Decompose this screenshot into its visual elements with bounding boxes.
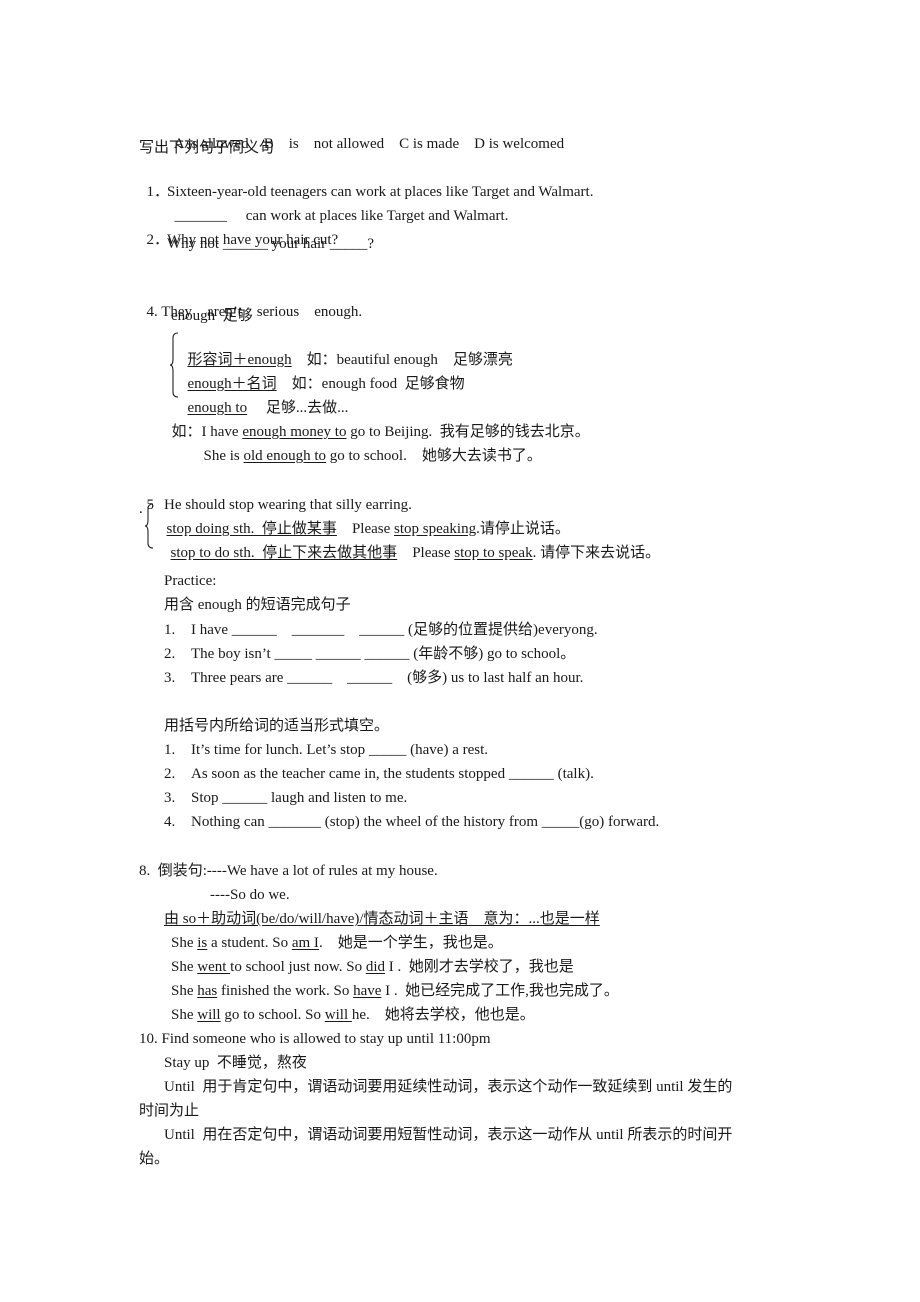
until-rule-1-line2: 时间为止 — [139, 1103, 200, 1119]
section8-reply: ----So do we. — [210, 887, 290, 903]
item-number: 3. — [164, 670, 176, 686]
item-number: 4. — [164, 814, 176, 830]
option-c: C is made — [399, 136, 460, 152]
option-b-part: is — [288, 136, 299, 152]
section8-title: 8. 倒装句:----We have a lot of rules at my … — [139, 863, 438, 879]
practice-instruction-1: 用含 enough 的短语完成句子 — [164, 597, 351, 613]
synonym-answer-1: _______ can work at places like Target a… — [167, 186, 509, 226]
example-text: go to school. So — [220, 1007, 325, 1023]
example-key: will — [197, 1007, 221, 1023]
item-text: As soon as the teacher came in, the stud… — [191, 766, 594, 782]
practice2-item-4: 4. Nothing can _______ (stop) the wheel o… — [164, 812, 659, 832]
item-text: The boy isn’t _____ ______ ______ (年龄不够)… — [191, 646, 576, 662]
practice1-item-1: 1. I have ______ _______ ______ (足够的位置提供给… — [164, 620, 598, 640]
item-text: Three pears are ______ ______ (够多) us to… — [191, 670, 584, 686]
answer-text: can work at places like Target and Walma… — [245, 208, 509, 224]
practice2-item-1: 1. It’s time for lunch. Let’s stop _____ … — [164, 740, 488, 760]
until-rule-2-line2: 始。 — [139, 1151, 170, 1167]
synonym-heading: 写出下列句子同义句 — [139, 140, 275, 156]
enough-label: enough 足够 — [171, 308, 253, 324]
until-rule-1-line1: Until 用于肯定句中，谓语动词要用延续性动词，表示这个动作一致延续到 unt… — [164, 1079, 733, 1095]
blank: _______ — [174, 208, 228, 224]
inversion-example-1: She is a student. So am I. 她是一个学生，我也是。 — [171, 933, 503, 953]
section8-rule: 由 so＋助动词(be/do/will/have)/情态动词＋主语 意为：...… — [164, 911, 600, 927]
example-text: She — [171, 959, 198, 975]
example-text: She is — [203, 448, 244, 464]
item-text: Nothing can _______ (stop) the wheel of … — [191, 814, 660, 830]
example-text: Please — [412, 545, 455, 561]
example-key: will — [324, 1007, 352, 1023]
example-text: She — [171, 1007, 198, 1023]
example-key: did — [365, 959, 386, 975]
bullet-dot: . — [139, 501, 143, 517]
example-text: . 她是一个学生，我也是。 — [318, 935, 503, 951]
brace-icon — [169, 332, 179, 398]
rule-meaning: 足够食物 — [404, 376, 465, 392]
example-key: stop to speak — [454, 545, 533, 561]
until-rule-2-line1: Until 用在否定句中，谓语动词要用短暂性动词，表示这一动作从 until 所… — [164, 1127, 733, 1143]
example-key: old enough to — [243, 448, 327, 464]
item-number: 2. — [164, 766, 176, 782]
item-number: 1． — [146, 184, 170, 200]
item-text: I have ______ _______ ______ (足够的位置提供给)e… — [191, 622, 598, 638]
practice-heading: Practice: — [164, 573, 217, 589]
item-text: Stop ______ laugh and listen to me. — [191, 790, 408, 806]
synonym-answer-2: Why not ______ your hair _____? — [167, 236, 375, 252]
example-text: She — [171, 983, 198, 999]
stop-rule-2: stop to do sth. 停止下来去做其他事 Please stop to… — [163, 523, 661, 563]
item-number: 2. — [164, 646, 176, 662]
example-text: . 请停下来去说话。 — [532, 545, 661, 561]
practice2-item-3: 3. Stop ______ laugh and listen to me. — [164, 788, 407, 808]
section10-title: 10. Find someone who is allowed to stay … — [139, 1031, 491, 1047]
enough-example-2: She is old enough to go to school. 她够大去读… — [196, 426, 542, 466]
example-key: has — [197, 983, 218, 999]
option-d: D is welcomed — [474, 136, 565, 152]
title-part: serious — [256, 304, 300, 320]
example-key: went — [197, 959, 231, 975]
brace-icon — [144, 503, 154, 549]
example-text: She — [171, 935, 198, 951]
title-part: enough. — [314, 304, 363, 320]
example-text: go to school. 她够大去读书了。 — [326, 448, 542, 464]
item-text: It’s time for lunch. Let’s stop _____ (h… — [191, 742, 489, 758]
example-text: to school just now. So — [230, 959, 366, 975]
practice1-item-2: 2. The boy isn’t _____ ______ ______ (年龄不… — [164, 644, 575, 664]
item-number: 3. — [164, 790, 176, 806]
example-text: I . 她已经完成了工作,我也完成了。 — [381, 983, 619, 999]
rule-pattern: stop to do sth. 停止下来去做其他事 — [170, 545, 398, 561]
practice2-item-2: 2. As soon as the teacher came in, the st… — [164, 764, 594, 784]
example-text: he. 她将去学校，他也是。 — [351, 1007, 535, 1023]
item-number: 2． — [146, 232, 170, 248]
practice-instruction-2: 用括号内所给词的适当形式填空。 — [164, 718, 390, 734]
inversion-example-4: She will go to school. So will he. 她将去学校… — [171, 1005, 535, 1025]
example-text: finished the work. So — [217, 983, 354, 999]
practice1-item-3: 3. Three pears are ______ ______ (够多) us … — [164, 668, 583, 688]
option-b-part2: not allowed — [313, 136, 385, 152]
synonym-item-2: 2． Why not have your hair cut? — [139, 210, 339, 250]
synonym-item-1: 1． Sixteen-year-old teenagers can work at… — [139, 162, 594, 202]
example-key: is — [197, 935, 208, 951]
item-number: 1. — [164, 742, 176, 758]
inversion-example-2: She went to school just now. So did I . … — [171, 957, 574, 977]
example-key: have — [353, 983, 382, 999]
example-key: am I — [291, 935, 319, 951]
stay-up-definition: Stay up 不睡觉，熬夜 — [164, 1055, 307, 1071]
item-number: 1. — [164, 622, 176, 638]
example-text: a student. So — [207, 935, 292, 951]
inversion-example-3: She has finished the work. So have I . 她… — [171, 981, 619, 1001]
example-text: I . 她刚才去学校了，我也是 — [385, 959, 574, 975]
